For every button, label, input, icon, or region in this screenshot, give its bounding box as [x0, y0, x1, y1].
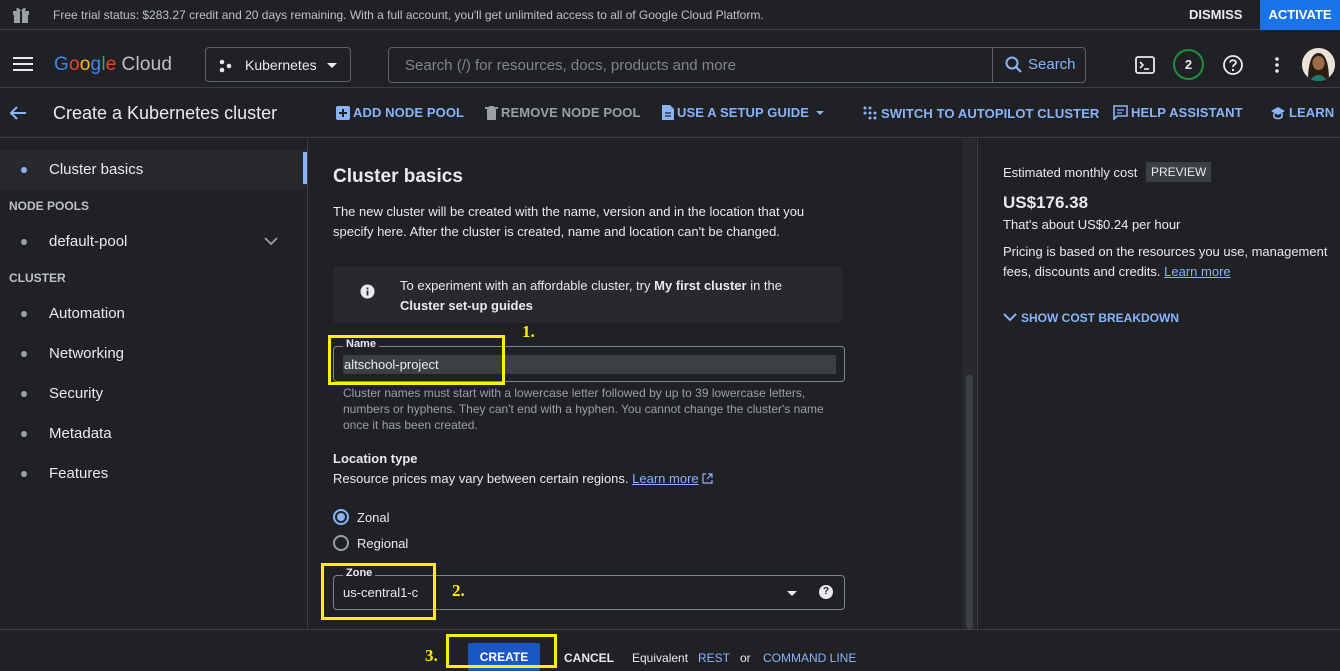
bullet-icon: [21, 239, 27, 245]
equivalent-label: Equivalent: [632, 651, 689, 665]
help-icon[interactable]: [1217, 49, 1249, 81]
learn-button[interactable]: LEARN: [1270, 105, 1334, 120]
preview-badge: PREVIEW: [1146, 162, 1212, 182]
hourly-price: That's about US$0.24 per hour: [1003, 217, 1181, 232]
chevron-down-icon: [1003, 313, 1017, 322]
footer-bar: CREATE CANCEL Equivalent REST or COMMAND…: [0, 629, 1340, 671]
bullet-icon: [21, 471, 27, 477]
dismiss-button[interactable]: DISMISS: [1189, 7, 1242, 22]
location-description: Resource prices may vary between certain…: [333, 471, 713, 486]
cancel-button[interactable]: CANCEL: [564, 651, 614, 665]
search-bar: Search: [388, 47, 1086, 83]
autopilot-icon: [863, 106, 877, 120]
external-link-icon[interactable]: [702, 473, 713, 484]
annotation-step-3: 3.: [425, 646, 438, 665]
sidebar: Cluster basics NODE POOLS default-pool C…: [0, 139, 308, 629]
scrollbar-thumb[interactable]: [966, 375, 973, 629]
dropdown-arrow-icon: [815, 111, 824, 115]
product-name: Kubernetes: [245, 57, 317, 73]
cluster-header: CLUSTER: [9, 271, 66, 285]
sidebar-item-features[interactable]: Features: [0, 454, 307, 494]
bullet-icon: [21, 431, 27, 437]
annotation-box-zone: [321, 563, 436, 620]
sidebar-item-automation[interactable]: Automation: [0, 294, 307, 334]
menu-icon[interactable]: [13, 57, 33, 71]
node-pools-header: NODE POOLS: [9, 199, 90, 213]
product-selector[interactable]: Kubernetes: [205, 47, 351, 82]
show-cost-breakdown-button[interactable]: SHOW COST BREAKDOWN: [1003, 311, 1179, 325]
annotation-box-name: [328, 335, 505, 385]
section-description: The new cluster will be created with the…: [333, 204, 805, 239]
sidebar-item-security[interactable]: Security: [0, 374, 307, 414]
radio-regional[interactable]: Regional: [333, 534, 483, 554]
active-indicator: [303, 152, 307, 184]
search-button[interactable]: Search: [992, 48, 1085, 82]
pricing-text: Pricing is based on the resources you us…: [1003, 244, 1328, 279]
info-banner: To experiment with an affordable cluster…: [333, 267, 842, 323]
setup-guide-button[interactable]: USE A SETUP GUIDE: [662, 105, 828, 120]
info-text: To experiment with an affordable cluster…: [400, 278, 783, 313]
more-vert-icon[interactable]: [1261, 49, 1293, 81]
search-input[interactable]: [389, 48, 992, 82]
add-node-pool-button[interactable]: ADD NODE POOL: [336, 105, 464, 120]
section-heading: Cluster basics: [333, 166, 463, 187]
bullet-icon: [21, 311, 27, 317]
search-icon: [1005, 56, 1022, 73]
switch-autopilot-button[interactable]: SWITCH TO AUTOPILOT CLUSTER: [862, 105, 1099, 121]
sidebar-item-metadata[interactable]: Metadata: [0, 414, 307, 454]
bullet-icon: [21, 391, 27, 397]
location-type-label: Location type: [333, 451, 418, 466]
cost-panel: Estimated monthly cost PREVIEW US$176.38…: [977, 139, 1340, 629]
info-icon: [360, 284, 375, 299]
setup-guides-label: Cluster set-up guides: [400, 298, 533, 313]
or-label: or: [740, 651, 751, 665]
bullet-icon: [21, 167, 27, 173]
rest-link[interactable]: REST: [698, 651, 730, 665]
command-line-link[interactable]: COMMAND LINE: [763, 651, 856, 665]
document-icon: [662, 105, 674, 120]
remove-node-pool-button[interactable]: REMOVE NODE POOL: [485, 105, 641, 120]
chevron-down-icon[interactable]: [264, 236, 278, 246]
monthly-price: US$176.38: [1003, 193, 1089, 212]
annotation-step-1: 1.: [522, 322, 535, 341]
school-icon: [1271, 107, 1285, 120]
trial-status-text: Free trial status: $283.27 credit and 20…: [53, 8, 764, 22]
gift-icon: [13, 7, 29, 23]
chevron-down-icon: [327, 63, 337, 68]
my-first-cluster-label: My first cluster: [654, 278, 747, 293]
notifications-badge[interactable]: 2: [1173, 49, 1204, 80]
radio-checked-icon: [333, 509, 349, 525]
sidebar-item-networking[interactable]: Networking: [0, 334, 307, 374]
cloud-shell-icon[interactable]: [1129, 49, 1161, 81]
help-icon[interactable]: ?: [819, 585, 833, 599]
dropdown-arrow-icon: [787, 591, 797, 596]
learn-more-link[interactable]: Learn more: [632, 471, 698, 486]
activate-button[interactable]: ACTIVATE: [1260, 0, 1340, 30]
bullet-icon: [21, 351, 27, 357]
back-arrow-icon[interactable]: [8, 103, 28, 123]
learn-more-link[interactable]: Learn more: [1164, 264, 1230, 279]
name-hint: Cluster names must start with a lowercas…: [343, 386, 824, 432]
trash-icon: [485, 106, 498, 120]
google-cloud-logo[interactable]: Google Cloud: [54, 54, 172, 76]
estimated-cost-label: Estimated monthly cost: [1003, 165, 1138, 180]
sidebar-item-default-pool[interactable]: default-pool: [0, 222, 307, 262]
radio-zonal[interactable]: Zonal: [333, 508, 483, 528]
annotation-step-2: 2.: [452, 581, 465, 600]
page-title: Create a Kubernetes cluster: [53, 103, 278, 123]
radio-unchecked-icon: [333, 535, 349, 551]
annotation-box-create: [446, 634, 557, 668]
user-avatar-icon: [1302, 48, 1335, 81]
chat-icon: [1113, 105, 1128, 121]
sidebar-item-cluster-basics[interactable]: Cluster basics: [0, 150, 307, 190]
kubernetes-icon: [219, 59, 232, 73]
add-box-icon: [336, 106, 350, 120]
trial-banner: Free trial status: $283.27 credit and 20…: [0, 0, 1340, 30]
help-assistant-button[interactable]: HELP ASSISTANT: [1113, 105, 1243, 121]
page-header: Create a Kubernetes cluster ADD NODE POO…: [0, 88, 1340, 138]
avatar[interactable]: [1302, 48, 1335, 81]
